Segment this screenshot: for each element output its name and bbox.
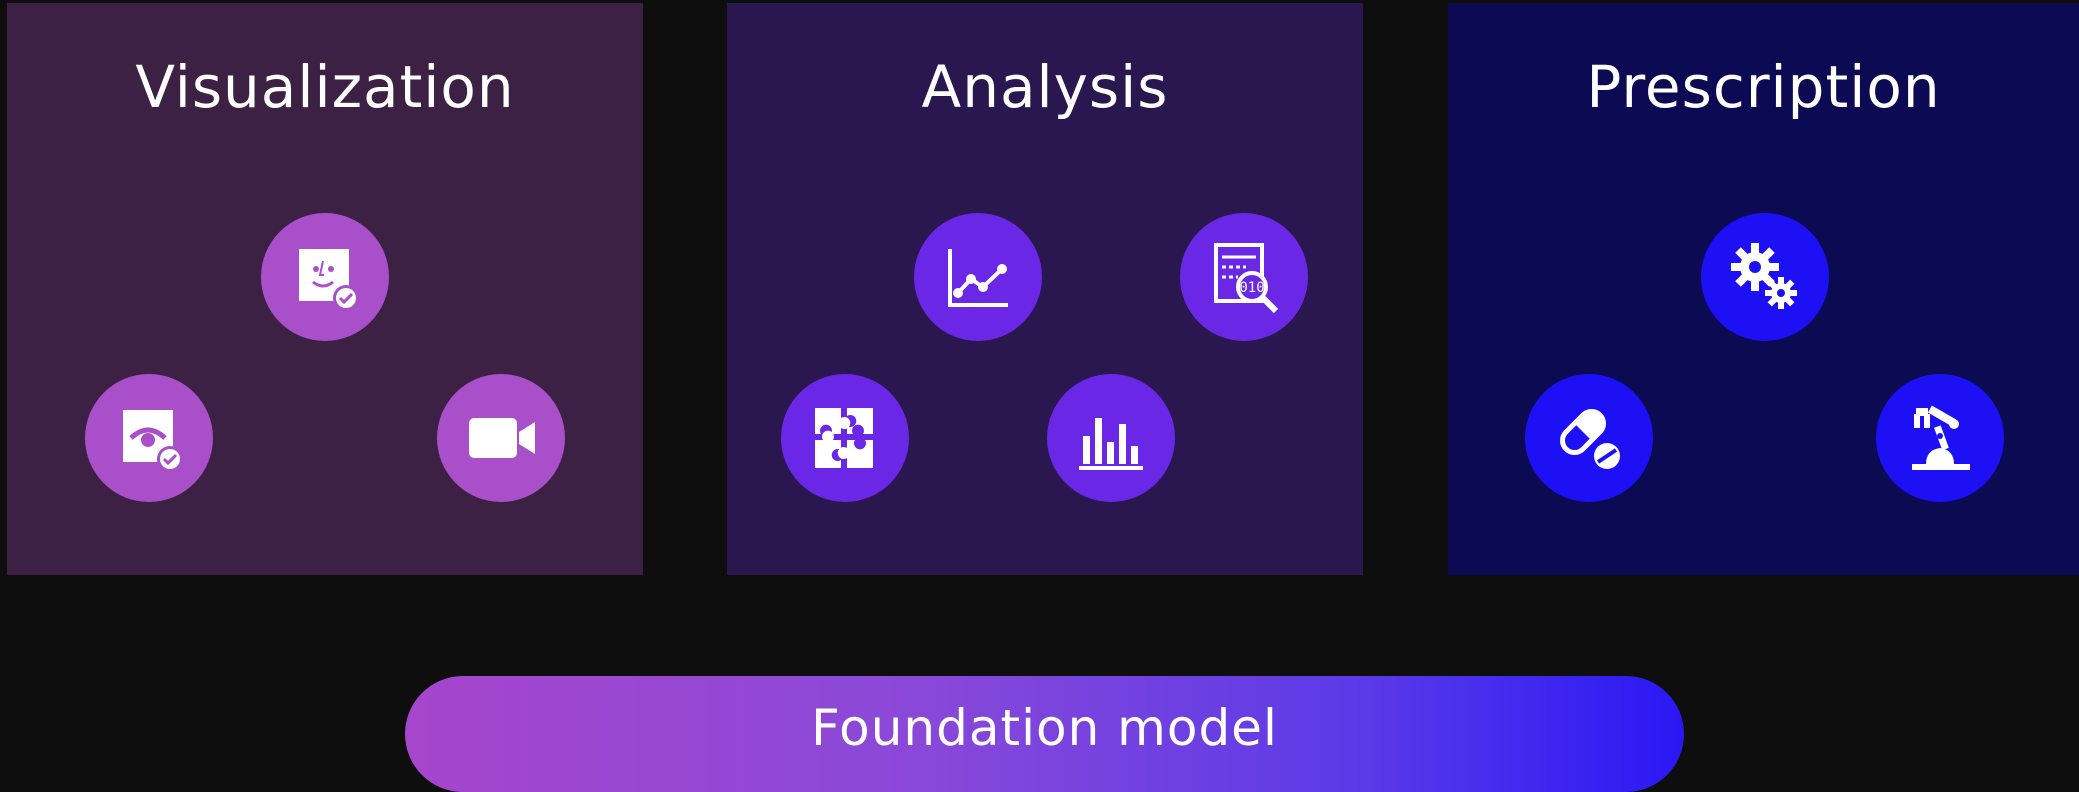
- panel-title: Analysis: [921, 53, 1169, 121]
- visibility-check-icon: [85, 374, 213, 502]
- data-search-icon: 010: [1180, 213, 1308, 341]
- video-camera-icon: [437, 374, 565, 502]
- panel-title: Prescription: [1586, 53, 1941, 121]
- panel-title: Visualization: [135, 53, 515, 121]
- gears-icon: [1701, 213, 1829, 341]
- face-recognition-icon: [261, 213, 389, 341]
- prescription-panel: Prescription: [1448, 3, 2079, 575]
- bar-chart-icon: [1047, 374, 1175, 502]
- pill-icon: [1525, 374, 1653, 502]
- foundation-model-label: Foundation model: [811, 699, 1278, 757]
- line-chart-icon: [914, 213, 1042, 341]
- foundation-model-bar: Foundation model: [405, 676, 1684, 792]
- analysis-panel: Analysis 010: [727, 3, 1363, 575]
- svg-text:010: 010: [1239, 280, 1264, 296]
- puzzle-icon: [781, 374, 909, 502]
- robotic-arm-icon: [1876, 374, 2004, 502]
- visualization-panel: Visualization: [7, 3, 643, 575]
